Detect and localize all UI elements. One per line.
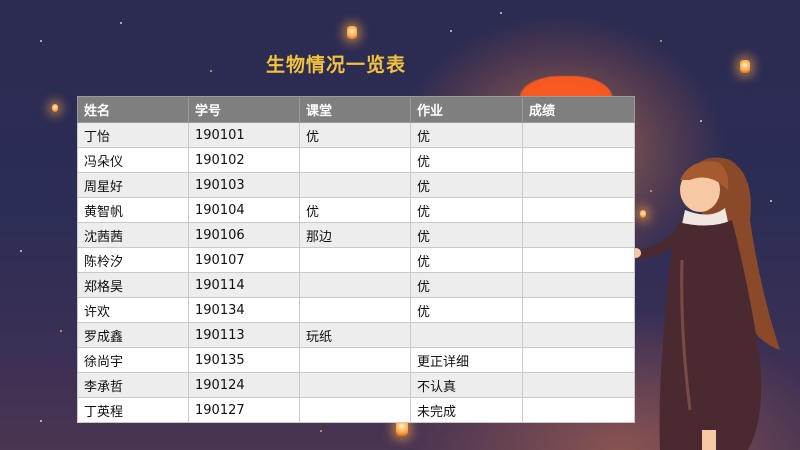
homework-cell: 不认真 bbox=[410, 372, 523, 398]
star-icon bbox=[40, 420, 42, 422]
grade-cell bbox=[522, 247, 635, 273]
star-icon bbox=[500, 12, 502, 14]
homework-cell: 优 bbox=[410, 222, 523, 248]
star-icon bbox=[120, 22, 122, 24]
grade-table: 姓名 学号 课堂 作业 成绩 丁怡 190101 优优冯朵仪 190102 优周星好 19… bbox=[77, 96, 635, 423]
column-header-classwork: 课堂 bbox=[299, 96, 411, 123]
name-cell: 李承哲 bbox=[77, 372, 189, 398]
classwork-cell bbox=[299, 347, 411, 373]
student-id-cell: 190103 bbox=[188, 172, 300, 198]
homework-cell: 优 bbox=[410, 247, 523, 273]
student-id-cell: 190101 bbox=[188, 122, 300, 148]
grade-cell bbox=[522, 197, 635, 223]
star-icon bbox=[20, 250, 22, 252]
column-header-grade: 成绩 bbox=[522, 96, 635, 123]
table-row: 周星好 190103 优 bbox=[77, 172, 635, 198]
star-icon bbox=[40, 40, 42, 42]
header-row: 姓名 学号 课堂 作业 成绩 bbox=[77, 96, 635, 123]
student-id-cell: 190127 bbox=[188, 397, 300, 423]
girl-illustration bbox=[631, 157, 780, 450]
lantern-icon bbox=[347, 26, 357, 39]
homework-cell: 更正详细 bbox=[410, 347, 523, 373]
table-row: 丁怡 190101 优优 bbox=[77, 122, 635, 148]
grade-cell bbox=[522, 222, 635, 248]
table-row: 黄智帆 190104 优优 bbox=[77, 197, 635, 223]
star-icon bbox=[320, 430, 322, 432]
star-icon bbox=[450, 30, 452, 32]
homework-cell bbox=[410, 322, 523, 348]
star-icon bbox=[60, 330, 62, 332]
grade-cell bbox=[522, 272, 635, 298]
classwork-cell bbox=[299, 297, 411, 323]
column-header-homework: 作业 bbox=[410, 96, 523, 123]
name-cell: 郑格昊 bbox=[77, 272, 189, 298]
lantern-icon bbox=[740, 60, 750, 73]
name-cell: 许欢 bbox=[77, 297, 189, 323]
table-row: 丁英程 190127 未完成 bbox=[77, 397, 635, 423]
table-row: 李承哲 190124 不认真 bbox=[77, 372, 635, 398]
classwork-cell: 玩纸 bbox=[299, 322, 411, 348]
student-id-cell: 190114 bbox=[188, 272, 300, 298]
student-id-cell: 190134 bbox=[188, 297, 300, 323]
name-cell: 罗成鑫 bbox=[77, 322, 189, 348]
classwork-cell bbox=[299, 247, 411, 273]
table-row: 陈柃汐 190107 优 bbox=[77, 247, 635, 273]
classwork-cell: 那边 bbox=[299, 222, 411, 248]
homework-cell: 优 bbox=[410, 272, 523, 298]
star-icon bbox=[210, 70, 212, 72]
table-row: 郑格昊 190114 优 bbox=[77, 272, 635, 298]
table-row: 许欢 190134 优 bbox=[77, 297, 635, 323]
grade-cell bbox=[522, 122, 635, 148]
grade-cell bbox=[522, 297, 635, 323]
homework-cell: 优 bbox=[410, 147, 523, 173]
homework-cell: 优 bbox=[410, 197, 523, 223]
classwork-cell bbox=[299, 172, 411, 198]
table-row: 冯朵仪 190102 优 bbox=[77, 147, 635, 173]
homework-cell: 优 bbox=[410, 297, 523, 323]
classwork-cell: 优 bbox=[299, 122, 411, 148]
name-cell: 黄智帆 bbox=[77, 197, 189, 223]
grade-cell bbox=[522, 172, 635, 198]
star-icon bbox=[700, 120, 702, 122]
name-cell: 丁怡 bbox=[77, 122, 189, 148]
student-id-cell: 190135 bbox=[188, 347, 300, 373]
homework-cell: 未完成 bbox=[410, 397, 523, 423]
grade-cell bbox=[522, 322, 635, 348]
table-header: 姓名 学号 课堂 作业 成绩 bbox=[77, 96, 635, 123]
lantern-icon bbox=[52, 104, 58, 112]
student-id-cell: 190106 bbox=[188, 222, 300, 248]
column-header-name: 姓名 bbox=[77, 96, 189, 123]
table-body: 丁怡 190101 优优冯朵仪 190102 优周星好 190103 优黄智帆 190104 优… bbox=[77, 122, 635, 423]
student-id-cell: 190104 bbox=[188, 197, 300, 223]
table-row: 徐尚宇 190135 更正详细 bbox=[77, 347, 635, 373]
star-icon bbox=[660, 40, 662, 42]
name-cell: 陈柃汐 bbox=[77, 247, 189, 273]
student-id-cell: 190113 bbox=[188, 322, 300, 348]
classwork-cell bbox=[299, 272, 411, 298]
name-cell: 冯朵仪 bbox=[77, 147, 189, 173]
column-header-student-id: 学号 bbox=[188, 96, 300, 123]
homework-cell: 优 bbox=[410, 172, 523, 198]
table-row: 沈茜茜 190106 那边优 bbox=[77, 222, 635, 248]
student-id-cell: 190102 bbox=[188, 147, 300, 173]
homework-cell: 优 bbox=[410, 122, 523, 148]
name-cell: 沈茜茜 bbox=[77, 222, 189, 248]
classwork-cell bbox=[299, 147, 411, 173]
grade-cell bbox=[522, 397, 635, 423]
name-cell: 丁英程 bbox=[77, 397, 189, 423]
classwork-cell: 优 bbox=[299, 197, 411, 223]
classwork-cell bbox=[299, 397, 411, 423]
student-id-cell: 190124 bbox=[188, 372, 300, 398]
grade-cell bbox=[522, 372, 635, 398]
grade-cell bbox=[522, 347, 635, 373]
classwork-cell bbox=[299, 372, 411, 398]
name-cell: 周星好 bbox=[77, 172, 189, 198]
student-id-cell: 190107 bbox=[188, 247, 300, 273]
table-row: 罗成鑫 190113 玩纸 bbox=[77, 322, 635, 348]
grade-cell bbox=[522, 147, 635, 173]
page-title: 生物情况一览表 bbox=[266, 54, 407, 76]
slide-background: 生物情况一览表 姓名 学号 课堂 作业 成绩 丁怡 190101 优优冯朵仪 1901… bbox=[0, 0, 800, 450]
name-cell: 徐尚宇 bbox=[77, 347, 189, 373]
